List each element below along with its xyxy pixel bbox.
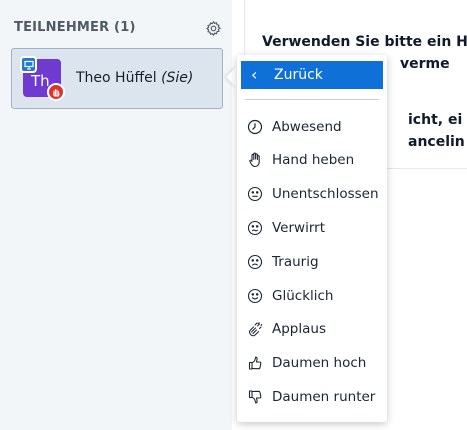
clock-icon <box>246 118 264 136</box>
participants-title: TEILNEHMER (1) <box>14 20 136 35</box>
raised-hand-icon <box>47 83 65 101</box>
chevron-left-icon: ‹ <box>251 65 258 84</box>
participant-item-self[interactable]: Th Theo Hüffel (Sie) <box>11 48 223 109</box>
status-sad[interactable]: Traurig <box>237 247 387 277</box>
presenter-icon <box>20 56 37 73</box>
self-indicator: (Sie) <box>161 70 194 86</box>
menu-caret <box>226 66 237 88</box>
status-away[interactable]: Abwesend <box>237 112 387 142</box>
happy-face-icon <box>246 287 264 305</box>
thumbs-up-icon <box>246 354 264 372</box>
gear-icon <box>205 20 221 36</box>
sad-face-icon <box>246 253 264 271</box>
participant-name: Theo Hüffel (Sie) <box>76 70 194 86</box>
menu-separator <box>245 99 379 100</box>
welcome-text-line-3: icht, ei <box>408 112 463 128</box>
welcome-text-line-2: verme <box>400 56 450 72</box>
status-applause[interactable]: Applaus <box>237 314 387 344</box>
welcome-text-line-1: Verwenden Sie bitte ein He <box>262 34 467 50</box>
thumbs-down-icon <box>246 388 264 406</box>
applause-icon <box>246 320 264 338</box>
back-label: Zurück <box>274 67 323 83</box>
status-undecided[interactable]: Unentschlossen <box>237 179 387 209</box>
participants-header: TEILNEHMER (1) <box>14 20 222 40</box>
confused-face-icon <box>246 219 264 237</box>
avatar: Th <box>20 56 65 101</box>
participants-settings-button[interactable] <box>203 18 223 38</box>
status-menu: ‹ Zurück Abwesend Hand heben Unentschlos… <box>237 55 387 422</box>
neutral-face-icon <box>246 185 264 203</box>
status-raise-hand[interactable]: Hand heben <box>237 145 387 175</box>
hand-icon <box>246 151 264 169</box>
status-confused[interactable]: Verwirrt <box>237 213 387 243</box>
status-happy[interactable]: Glücklich <box>237 281 387 311</box>
status-thumbs-down[interactable]: Daumen runter <box>237 382 387 412</box>
status-thumbs-up[interactable]: Daumen hoch <box>237 348 387 378</box>
welcome-text-line-4: ancelin <box>408 134 465 150</box>
participants-sidebar: TEILNEHMER (1) Th Theo Hüffel (Sie) <box>0 0 232 430</box>
back-button[interactable]: ‹ Zurück <box>241 61 383 89</box>
